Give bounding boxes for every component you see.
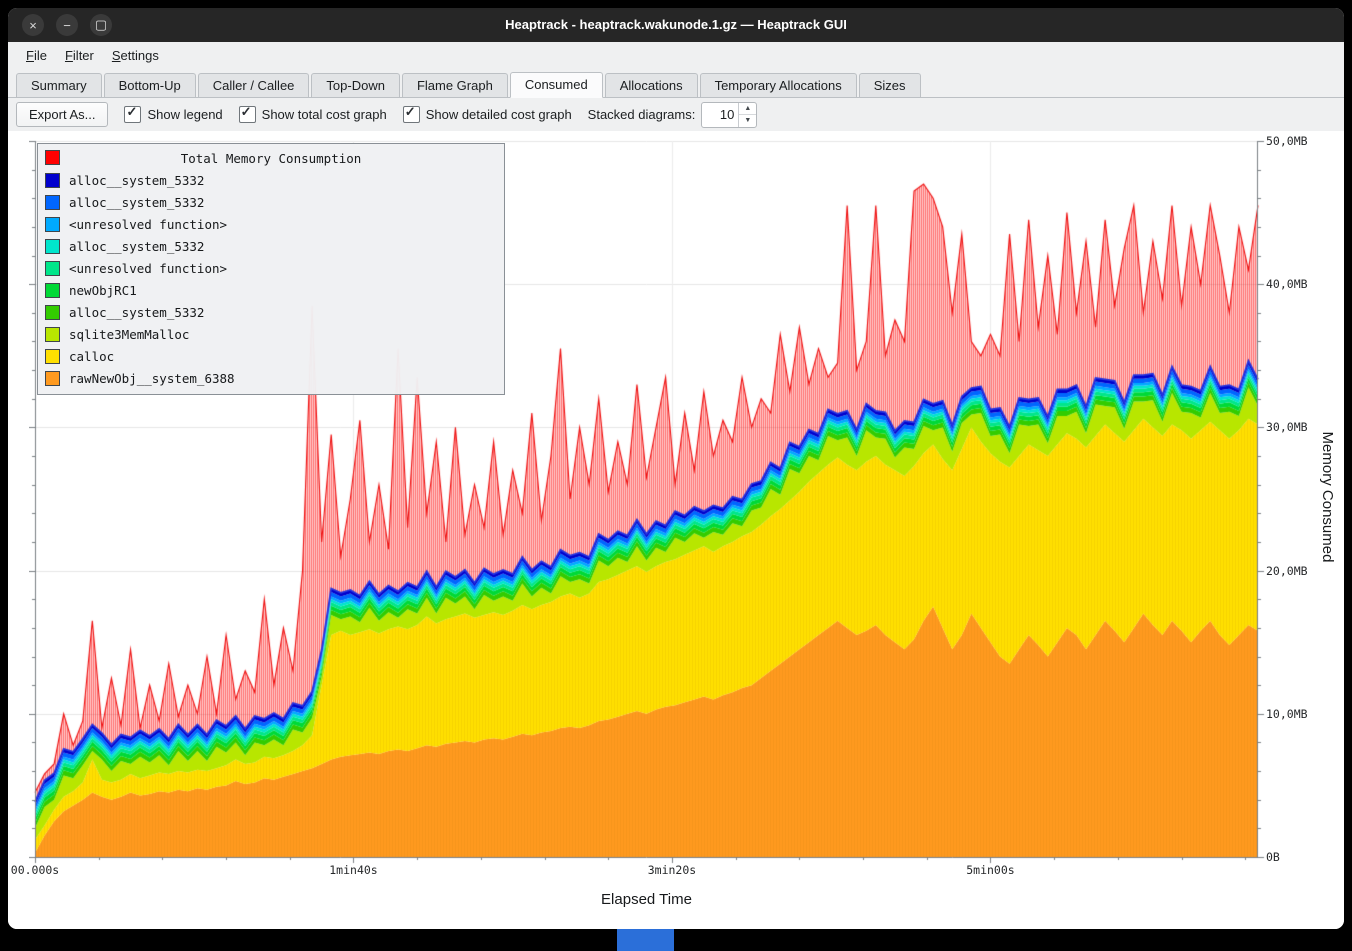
window-title: Heaptrack - heaptrack.wakunode.1.gz — He… [8, 8, 1344, 42]
legend-item-label: newObjRC1 [69, 283, 137, 298]
app-window: × − ▢ Heaptrack - heaptrack.wakunode.1.g… [8, 8, 1344, 929]
spinner-up-icon[interactable]: ▲ [739, 103, 756, 116]
legend-swatch [45, 150, 60, 165]
legend-item-label: alloc__system_5332 [69, 305, 204, 320]
legend-item-label: <unresolved function> [69, 217, 227, 232]
legend-item: alloc__system_5332 [38, 301, 504, 323]
close-button[interactable]: × [22, 14, 44, 36]
y-axis-tick-label: 40,0MB [1266, 277, 1308, 291]
checkbox-label: Show detailed cost graph [426, 107, 572, 122]
legend-swatch [45, 327, 60, 342]
legend-item: <unresolved function> [38, 213, 504, 235]
maximize-icon: ▢ [95, 17, 107, 33]
legend-item: calloc [38, 345, 504, 367]
legend-swatch [45, 173, 60, 188]
tab-bottom-up[interactable]: Bottom-Up [104, 73, 196, 97]
tab-caller-callee[interactable]: Caller / Callee [198, 73, 310, 97]
legend-item-label: alloc__system_5332 [69, 239, 204, 254]
checkbox-checked-icon: ✓ [239, 106, 256, 123]
legend-swatch [45, 195, 60, 210]
y-axis-tick-label: 50,0MB [1266, 134, 1308, 148]
legend-item: alloc__system_5332 [38, 169, 504, 191]
legend-item-label: <unresolved function> [69, 261, 227, 276]
menu-settings[interactable]: Settings [104, 45, 167, 66]
legend-swatch [45, 283, 60, 298]
tab-allocations[interactable]: Allocations [605, 73, 698, 97]
tab-flame-graph[interactable]: Flame Graph [402, 73, 508, 97]
checkbox-checked-icon: ✓ [124, 106, 141, 123]
legend-item-label: calloc [69, 349, 114, 364]
legend-swatch [45, 217, 60, 232]
chart-area: Elapsed Time Memory Consumed Total Memor… [8, 131, 1344, 929]
menu-bar: File Filter Settings [8, 42, 1344, 69]
x-axis-tick-label: 3min20s [630, 863, 714, 877]
legend-item-label: sqlite3MemMalloc [69, 327, 189, 342]
show-total-cost-checkbox[interactable]: ✓ Show total cost graph [239, 106, 387, 123]
maximize-button[interactable]: ▢ [90, 14, 112, 36]
tab-top-down[interactable]: Top-Down [311, 73, 400, 97]
y-axis-tick-label: 10,0MB [1266, 707, 1308, 721]
legend-title-row: Total Memory Consumption [38, 147, 504, 169]
chart-legend: Total Memory Consumption alloc__system_53… [37, 143, 505, 395]
legend-item-label: rawNewObj__system_6388 [69, 371, 235, 386]
stacked-diagrams-label: Stacked diagrams: [588, 107, 696, 122]
x-axis-tick-label: 1min40s [311, 863, 395, 877]
legend-swatch [45, 239, 60, 254]
stacked-diagrams-spinner[interactable]: 10 ▲ ▼ [701, 102, 757, 128]
legend-swatch [45, 305, 60, 320]
legend-item-label: alloc__system_5332 [69, 173, 204, 188]
legend-item: sqlite3MemMalloc [38, 323, 504, 345]
tab-bar: Summary Bottom-Up Caller / Callee Top-Do… [8, 69, 1344, 98]
legend-item: newObjRC1 [38, 279, 504, 301]
menu-filter[interactable]: Filter [57, 45, 102, 66]
legend-swatch [45, 261, 60, 276]
legend-item: alloc__system_5332 [38, 191, 504, 213]
y-axis-title: Memory Consumed [1319, 432, 1336, 563]
legend-item: rawNewObj__system_6388 [38, 367, 504, 389]
legend-title: Total Memory Consumption [181, 151, 362, 166]
x-axis-tick-label: 5min00s [948, 863, 1032, 877]
y-axis-tick-label: 30,0MB [1266, 420, 1308, 434]
window-controls: × − ▢ [22, 14, 112, 36]
checkbox-label: Show total cost graph [262, 107, 387, 122]
y-axis-tick-label: 0B [1266, 850, 1280, 864]
legend-item: alloc__system_5332 [38, 235, 504, 257]
show-legend-checkbox[interactable]: ✓ Show legend [124, 106, 222, 123]
y-axis-tick-label: 20,0MB [1266, 564, 1308, 578]
close-icon: × [29, 18, 37, 33]
tab-temporary-allocations[interactable]: Temporary Allocations [700, 73, 857, 97]
legend-item-label: alloc__system_5332 [69, 195, 204, 210]
spinner-value[interactable]: 10 [702, 103, 738, 127]
titlebar: × − ▢ Heaptrack - heaptrack.wakunode.1.g… [8, 8, 1344, 42]
tab-consumed[interactable]: Consumed [510, 72, 603, 98]
spinner-down-icon[interactable]: ▼ [739, 115, 756, 127]
x-axis-title: Elapsed Time [35, 891, 1258, 908]
checkbox-label: Show legend [147, 107, 222, 122]
legend-swatch [45, 371, 60, 386]
background-window-accent [617, 929, 674, 951]
export-as-button[interactable]: Export As... [16, 102, 108, 127]
checkbox-checked-icon: ✓ [403, 106, 420, 123]
legend-swatch [45, 349, 60, 364]
minimize-icon: − [63, 18, 71, 33]
legend-item: <unresolved function> [38, 257, 504, 279]
minimize-button[interactable]: − [56, 14, 78, 36]
show-detailed-cost-checkbox[interactable]: ✓ Show detailed cost graph [403, 106, 572, 123]
menu-file[interactable]: File [18, 45, 55, 66]
x-axis-tick-label: 00.000s [8, 863, 77, 877]
tab-summary[interactable]: Summary [16, 73, 102, 97]
toolbar: Export As... ✓ Show legend ✓ Show total … [8, 98, 1344, 131]
tab-sizes[interactable]: Sizes [859, 73, 921, 97]
